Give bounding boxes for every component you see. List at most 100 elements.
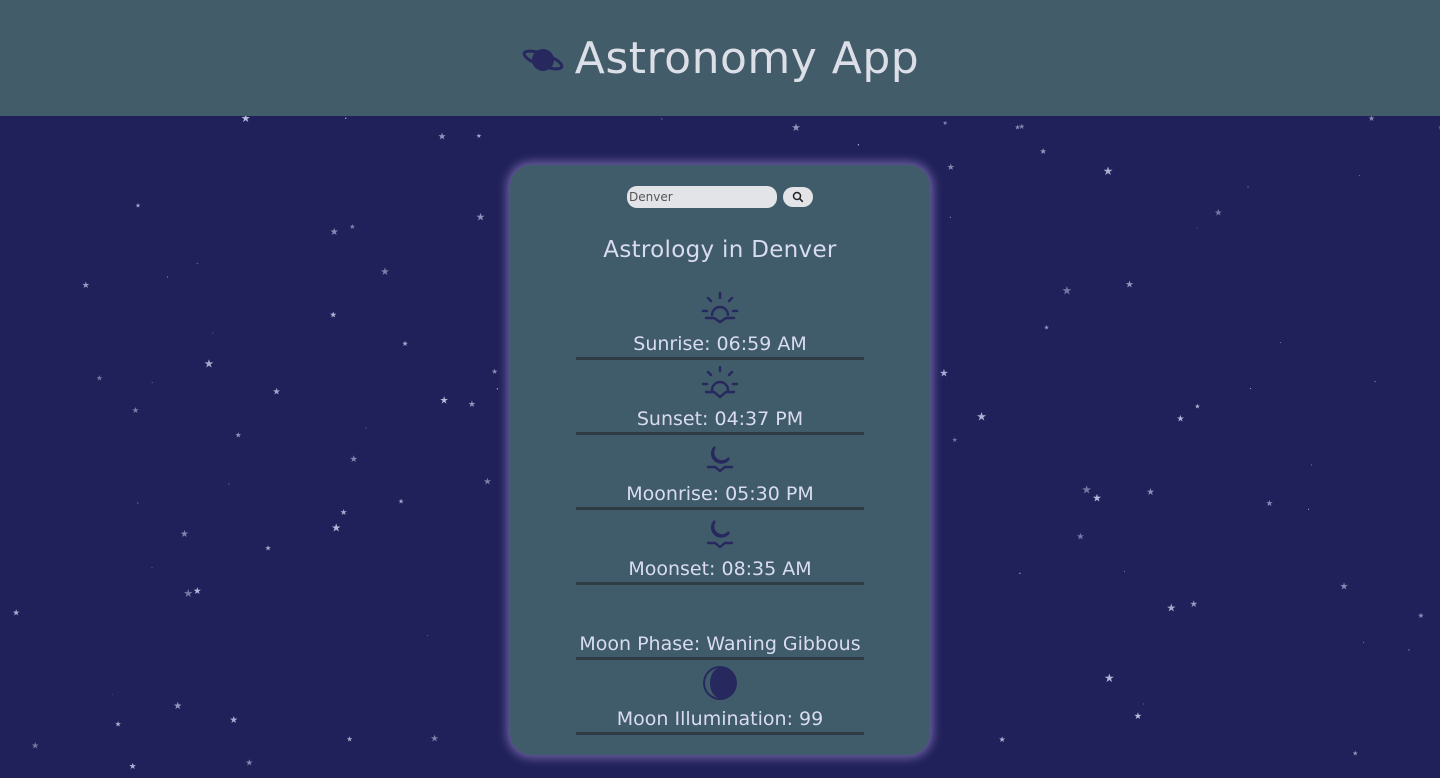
star: · — [1358, 171, 1361, 181]
star: ★ — [1340, 582, 1349, 593]
moon-phase-row: Moon Phase: Waning Gibbous — [575, 588, 865, 663]
star: ★ — [129, 762, 137, 772]
star: · — [1374, 377, 1377, 387]
star: · — [365, 425, 367, 433]
star: · — [1362, 639, 1365, 649]
star: · — [1279, 339, 1281, 348]
star: ★ — [350, 454, 358, 465]
star: ★ — [331, 521, 341, 534]
moon-illumination-row: Moon Illumination: 99 — [575, 663, 865, 738]
star: · — [228, 480, 231, 490]
star: · — [496, 382, 500, 396]
star: · — [1249, 383, 1252, 393]
star: ★ — [952, 436, 958, 444]
star: · — [426, 632, 428, 640]
star: · — [660, 114, 663, 125]
star: ★ — [1195, 402, 1201, 410]
star: ★ — [330, 227, 339, 238]
star: ★ — [204, 356, 214, 370]
star: ★ — [942, 120, 948, 127]
star: ★ — [1214, 208, 1222, 218]
sunset-icon — [701, 366, 739, 399]
moonrise-icon — [706, 446, 734, 473]
star: ★ — [245, 759, 253, 769]
star: ★ — [82, 281, 90, 291]
divider — [576, 732, 864, 735]
sunset-label: Sunset: 04:37 PM — [636, 408, 804, 430]
star: ★ — [1040, 146, 1047, 156]
star: ★ — [380, 266, 389, 278]
sunrise-label: Sunrise: 06:59 AM — [633, 333, 807, 355]
star: ★ — [265, 544, 272, 553]
sunrise-row: Sunrise: 06:59 AM — [575, 288, 865, 363]
star: · — [1407, 646, 1410, 657]
star: ★ — [1103, 164, 1114, 178]
star: ★ — [476, 132, 482, 140]
star: ★ — [1092, 493, 1102, 505]
star: ★ — [430, 734, 439, 745]
star: ★ — [402, 339, 409, 348]
star: · — [949, 213, 952, 224]
star: ★ — [1352, 749, 1358, 757]
star: ★ — [173, 701, 182, 712]
divider — [576, 657, 864, 660]
star: · — [1307, 505, 1310, 515]
divider — [576, 582, 864, 585]
star: ★ — [1015, 124, 1021, 132]
star: ★ — [1418, 611, 1425, 620]
star: ★ — [183, 587, 193, 600]
star: ★ — [476, 212, 486, 224]
star: · — [212, 330, 214, 338]
app-title: Astronomy App — [574, 32, 920, 84]
moon-phase-label: Moon Phase: Waning Gibbous — [579, 633, 861, 655]
moon-illumination-label: Moon Illumination: 99 — [616, 708, 824, 730]
star: · — [1018, 569, 1021, 580]
star: · — [151, 563, 153, 572]
planet-icon — [522, 49, 564, 71]
star: · — [1142, 700, 1144, 709]
star: ★ — [491, 367, 498, 376]
star: ★ — [135, 203, 141, 210]
sunset-row: Sunset: 04:37 PM — [575, 363, 865, 438]
moonset-row: Moonset: 08:35 AM — [575, 513, 865, 588]
star: · — [1247, 183, 1250, 193]
moonset-label: Moonset: 08:35 AM — [628, 558, 812, 580]
search-button[interactable] — [783, 187, 813, 207]
star: ★ — [1146, 487, 1155, 498]
star: ★ — [1176, 414, 1184, 424]
search-icon — [792, 191, 804, 203]
divider — [576, 507, 864, 510]
star: · — [857, 138, 860, 151]
star: ★ — [1134, 711, 1142, 722]
star: ★ — [1104, 671, 1115, 685]
moonset-icon — [706, 520, 734, 549]
crescent-moon-icon — [708, 590, 726, 626]
astronomy-card: Astrology in Denver Sunrise: 06:59 — [510, 165, 930, 755]
astronomy-list: Sunrise: 06:59 AM Sunset: 04:37 PM Moonr… — [575, 288, 865, 738]
star: · — [1310, 461, 1312, 470]
star: ★ — [1018, 122, 1025, 131]
star: ★ — [193, 586, 202, 597]
star: ★ — [440, 395, 449, 406]
star: ★ — [483, 477, 491, 488]
star: ★ — [31, 742, 39, 752]
star: ★ — [1125, 279, 1134, 290]
star: ★ — [272, 387, 280, 398]
star: · — [1196, 226, 1198, 233]
star: · — [196, 260, 199, 270]
star: ★ — [235, 431, 242, 440]
sunrise-icon — [701, 291, 739, 324]
app-header: Astronomy App — [0, 0, 1440, 116]
star: · — [137, 499, 140, 508]
star: ★ — [999, 735, 1006, 744]
star: · — [1123, 567, 1125, 576]
star: ★ — [1190, 599, 1198, 610]
divider — [576, 357, 864, 360]
star: ★ — [229, 715, 238, 726]
star: ★ — [96, 373, 103, 382]
search-bar — [510, 186, 930, 208]
star: ★ — [1082, 482, 1092, 496]
city-search-input[interactable] — [627, 186, 777, 208]
star: ★ — [438, 131, 447, 142]
star: ★ — [791, 121, 801, 134]
